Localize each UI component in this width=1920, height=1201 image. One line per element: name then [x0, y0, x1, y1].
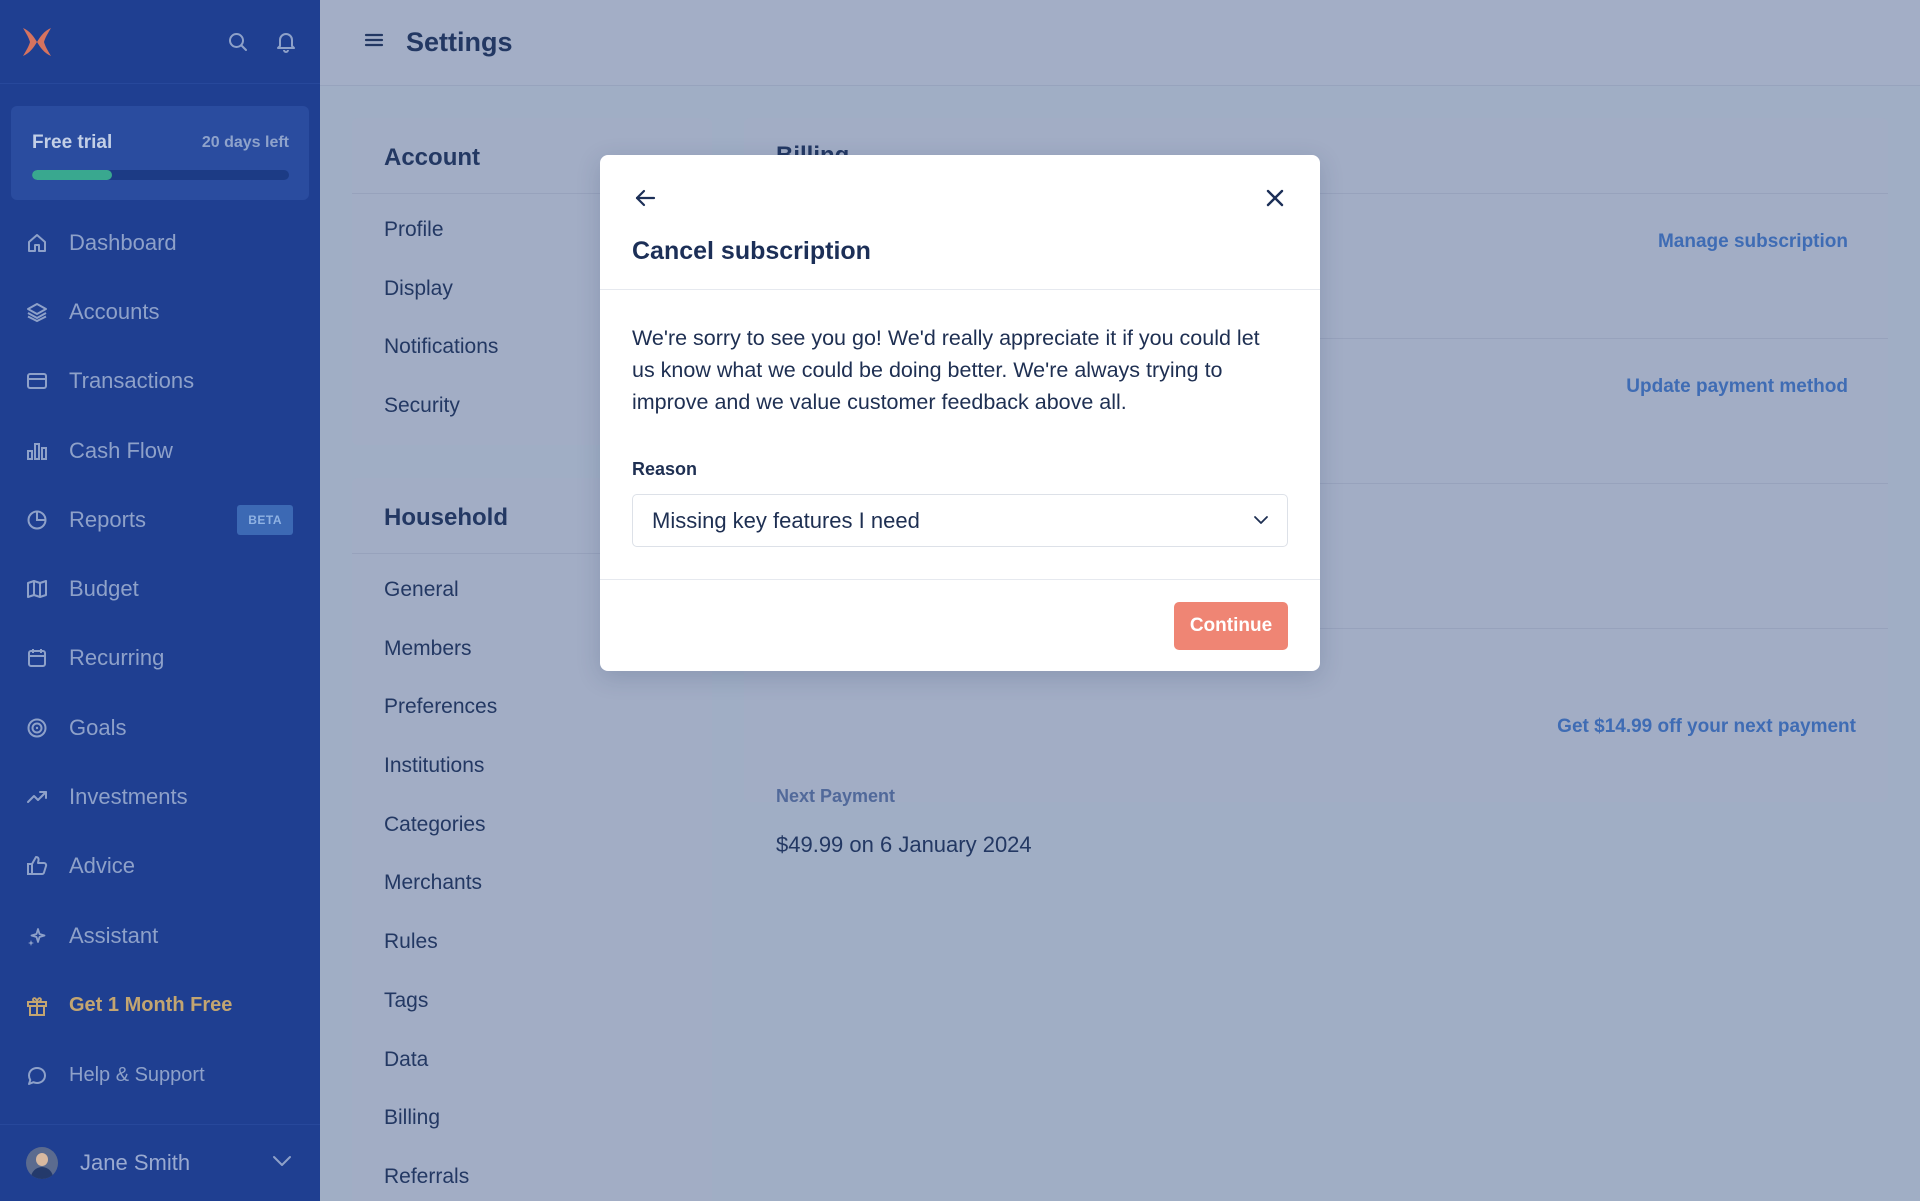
sidebar-item-reports[interactable]: Reports BETA: [0, 485, 320, 554]
trial-label: Free trial: [32, 132, 113, 153]
settings-item-categories[interactable]: Categories: [352, 796, 712, 855]
bell-icon[interactable]: [272, 28, 300, 56]
reason-select[interactable]: Missing key features I need: [632, 494, 1288, 547]
reason-label: Reason: [632, 459, 698, 479]
chat-bubble-icon: [26, 1065, 48, 1087]
search-icon[interactable]: [224, 28, 252, 56]
sidebar-item-transactions[interactable]: Transactions: [0, 347, 320, 416]
settings-item-preferences[interactable]: Preferences: [352, 678, 712, 737]
modal-header: Cancel subscription: [600, 155, 1320, 290]
cancel-subscription-modal: Cancel subscription We're sorry to see y…: [600, 155, 1320, 671]
sidebar-item-get-1-month-free[interactable]: Get 1 Month Free: [0, 970, 320, 1041]
pie-chart-icon: [26, 509, 48, 531]
trial-progress-fill: [32, 170, 112, 180]
sparkles-icon: [26, 925, 48, 947]
settings-item-data[interactable]: Data: [352, 1031, 712, 1090]
sidebar-item-assistant[interactable]: Assistant: [0, 901, 320, 970]
next-payment-label: Next Payment: [776, 786, 896, 806]
bar-chart-icon: [26, 440, 48, 462]
sidebar-item-budget[interactable]: Budget: [0, 554, 320, 623]
sidebar-item-label: Cash Flow: [69, 437, 173, 463]
sidebar-item-help-support[interactable]: Help & Support: [0, 1041, 320, 1110]
trial-progress-bar: [32, 170, 289, 180]
continue-button[interactable]: Continue: [1174, 602, 1288, 650]
thumbs-up-icon: [26, 855, 48, 877]
sidebar-item-label: Recurring: [69, 645, 165, 671]
sidebar-item-label: Reports: [69, 506, 147, 532]
sidebar-item-cash-flow[interactable]: Cash Flow: [0, 416, 320, 485]
sidebar-item-advice[interactable]: Advice: [0, 832, 320, 901]
settings-item-institutions[interactable]: Institutions: [352, 737, 712, 796]
modal-footer: Continue: [600, 580, 1320, 670]
discount-offer-link[interactable]: Get $14.99 off your next payment: [1557, 716, 1856, 738]
gift-icon: [26, 995, 48, 1017]
sidebar-item-label: Get 1 Month Free: [69, 994, 233, 1017]
sidebar: Free trial 20 days left Dashboard Accoun…: [0, 0, 320, 1201]
page-title: Settings: [406, 27, 513, 57]
chevron-down-icon[interactable]: [272, 1154, 292, 1172]
settings-item-referrals[interactable]: Referrals: [352, 1148, 712, 1201]
sidebar-item-label: Goals: [69, 714, 127, 740]
home-icon: [26, 232, 48, 254]
beta-badge: BETA: [237, 504, 293, 535]
app-logo[interactable]: [20, 25, 54, 59]
layers-icon: [26, 301, 48, 323]
target-icon: [26, 717, 48, 739]
sidebar-item-label: Budget: [69, 576, 139, 602]
modal-message: We're sorry to see you go! We'd really a…: [632, 326, 1260, 414]
settings-item-rules[interactable]: Rules: [352, 913, 712, 972]
sidebar-item-accounts[interactable]: Accounts: [0, 277, 320, 346]
modal-title: Cancel subscription: [632, 237, 871, 265]
sidebar-item-recurring[interactable]: Recurring: [0, 624, 320, 693]
sidebar-nav: Dashboard Accounts Transactions Cash Flo…: [0, 208, 320, 1111]
sidebar-item-label: Help & Support: [69, 1064, 205, 1087]
sidebar-item-goals[interactable]: Goals: [0, 693, 320, 762]
user-menu[interactable]: Jane Smith: [0, 1124, 320, 1201]
sidebar-item-label: Investments: [69, 784, 188, 810]
sidebar-header: [0, 0, 320, 84]
user-name: Jane Smith: [80, 1150, 191, 1175]
update-payment-method-link[interactable]: Update payment method: [1626, 376, 1848, 398]
reason-select-value: Missing key features I need: [652, 507, 920, 533]
settings-item-billing[interactable]: Billing: [352, 1089, 712, 1148]
sidebar-item-dashboard[interactable]: Dashboard: [0, 208, 320, 277]
credit-card-icon: [26, 370, 48, 392]
map-icon: [26, 578, 48, 600]
sidebar-item-label: Dashboard: [69, 229, 177, 255]
calendar-icon: [26, 647, 48, 669]
top-bar: Settings: [320, 0, 1920, 86]
settings-item-tags[interactable]: Tags: [352, 972, 712, 1031]
avatar: [26, 1147, 58, 1179]
hamburger-menu-icon[interactable]: [364, 32, 384, 53]
trending-up-icon: [26, 786, 48, 808]
sidebar-item-investments[interactable]: Investments: [0, 762, 320, 831]
free-trial-card[interactable]: Free trial 20 days left: [11, 106, 309, 200]
back-arrow-icon[interactable]: [630, 183, 660, 213]
chevron-down-icon: [1253, 512, 1269, 530]
settings-item-merchants[interactable]: Merchants: [352, 854, 712, 913]
next-payment-value: $49.99 on 6 January 2024: [776, 832, 1032, 857]
sidebar-item-label: Transactions: [69, 368, 195, 394]
sidebar-item-label: Advice: [69, 853, 136, 879]
sidebar-item-label: Assistant: [69, 922, 159, 948]
modal-body: We're sorry to see you go! We'd really a…: [600, 290, 1320, 580]
manage-subscription-link[interactable]: Manage subscription: [1658, 231, 1848, 253]
sidebar-item-label: Accounts: [69, 298, 160, 324]
close-icon[interactable]: [1260, 183, 1290, 213]
trial-days-left: 20 days left: [201, 134, 289, 151]
